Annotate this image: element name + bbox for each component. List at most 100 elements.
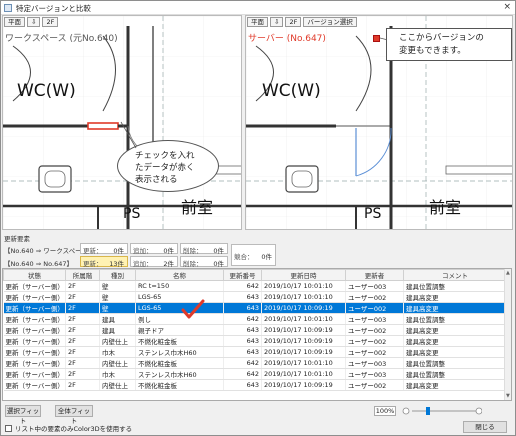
zoom-level[interactable]: 100% — [374, 406, 396, 416]
version-select-button[interactable]: バージョン選択 — [303, 17, 357, 27]
color3d-option[interactable]: リスト中の要素のみColor3Dを使用する — [5, 423, 132, 433]
version-callout: ここからバージョンの 変更もできます。 — [386, 28, 512, 61]
table-row[interactable]: 更新（サーバー側） 2F 内壁仕上 不燃化粧金板 642 2019/10/17 10:01… — [3, 357, 507, 369]
version-select-marker — [373, 35, 380, 42]
table-cell: 643 — [223, 379, 262, 391]
table-cell: 巾木 — [99, 346, 136, 358]
scroll-up-icon[interactable]: ▲ — [506, 270, 510, 276]
table-cell: ユーザー002 — [345, 379, 404, 391]
added-count: 追加： 0件 — [130, 243, 178, 255]
table-row[interactable]: 更新（サーバー側） 2F 内壁仕上 不燃化粧金板 643 2019/10/17 10:09… — [3, 379, 507, 391]
right-down-arrow-button[interactable]: ⇩ — [270, 17, 284, 27]
table-cell: 2F — [65, 280, 100, 292]
table-row[interactable]: 更新（サーバー側） 2F 壁 LGS-65 643 2019/10/17 10:01:10… — [3, 291, 507, 303]
table-cell: 2F — [65, 291, 100, 303]
table-row[interactable]: 更新（サーバー側） 2F 巾木 ステンレス巾木H60 643 2019/10/17 10:… — [3, 346, 507, 358]
table-row[interactable]: 更新（サーバー側） 2F 巾木 ステンレス巾木H60 642 2019/10/17 10:… — [3, 368, 507, 380]
left-room-ps: PS — [123, 206, 141, 222]
right-room-ps: PS — [364, 206, 382, 222]
left-down-arrow-button[interactable]: ⇩ — [27, 17, 41, 27]
table-cell: 建具高変更 — [403, 302, 507, 314]
window-title: 特定バージョンと比較 — [16, 4, 91, 13]
left-floor-selector[interactable]: 2F — [42, 17, 59, 27]
column-header[interactable]: 状態 — [3, 269, 66, 281]
table-cell: ユーザー003 — [345, 280, 404, 292]
right-room-wc: WC(W) — [262, 81, 321, 101]
column-header[interactable]: 種別 — [99, 269, 136, 281]
list-scrollbar[interactable]: ▲ ▼ — [504, 269, 511, 400]
table-cell: ユーザー002 — [345, 302, 404, 314]
table-row[interactable]: 更新（サーバー側） 2F 内壁仕上 不燃化粧金板 643 2019/10/17 10:09… — [3, 335, 507, 347]
table-cell: 2F — [65, 357, 100, 369]
column-header[interactable]: 更新日時 — [261, 269, 346, 281]
table-cell: 2F — [65, 346, 100, 358]
table-cell: 2019/10/17 10:09:19 — [261, 379, 346, 391]
conflict-count: 競合： 0件 — [231, 244, 276, 266]
added-count: 追加： 2件 — [130, 256, 178, 268]
change-list[interactable]: 状態 所属階 種別 名称 更新番号 更新日時 更新者 コメント 更新（サーバー側… — [2, 268, 512, 401]
table-cell: 建具 — [99, 313, 136, 325]
updated-count: 更新： 13件 — [80, 256, 128, 268]
table-cell: 内壁仕上 — [99, 379, 136, 391]
table-cell: 642 — [223, 313, 262, 325]
table-cell: ユーザー002 — [345, 346, 404, 358]
table-cell: 2019/10/17 10:09:19 — [261, 335, 346, 347]
table-cell: 643 — [223, 324, 262, 336]
table-row[interactable]: 更新（サーバー側） 2F 壁 RC t=150 642 2019/10/17 10:01:… — [3, 280, 507, 292]
left-plan-button[interactable]: 平面 — [4, 17, 25, 27]
scroll-down-icon[interactable]: ▼ — [506, 393, 510, 399]
column-header[interactable]: 更新番号 — [223, 269, 262, 281]
color3d-label: リスト中の要素のみColor3Dを使用する — [15, 425, 133, 433]
table-cell: 不燃化粧金板 — [135, 379, 224, 391]
table-cell: 2F — [65, 313, 100, 325]
table-cell: 建具高変更 — [403, 379, 507, 391]
app-icon — [4, 4, 12, 12]
color3d-checkbox[interactable] — [5, 425, 12, 432]
table-cell: ステンレス巾木H60 — [135, 368, 224, 380]
table-row[interactable]: 更新（サーバー側） 2F 壁 LGS-65 643 2019/10/17 10:09:19… — [3, 302, 507, 314]
deleted-count: 削除： 0件 — [180, 243, 228, 255]
zoom-slider[interactable] — [402, 406, 482, 416]
all-fit-button[interactable]: 全体フィット — [55, 405, 93, 425]
table-cell: 更新（サーバー側） — [3, 302, 66, 314]
table-cell: 建具高変更 — [403, 324, 507, 336]
table-cell: 643 — [223, 291, 262, 303]
table-cell: 2F — [65, 368, 100, 380]
select-fit-button[interactable]: 選択フィット — [5, 405, 41, 425]
table-cell: RC t=150 — [135, 280, 224, 292]
column-header[interactable]: コメント — [403, 269, 507, 281]
table-cell: 建具高変更 — [403, 291, 507, 303]
close-icon[interactable]: × — [503, 2, 511, 12]
column-header[interactable]: 所属階 — [65, 269, 100, 281]
table-cell: 壁 — [99, 280, 136, 292]
table-cell: 2019/10/17 10:09:19 — [261, 346, 346, 358]
summary-name: 【No.640 ⇒ No.647】 — [4, 260, 73, 268]
title-bar: 特定バージョンと比較 × — [1, 1, 515, 15]
right-plan-button[interactable]: 平面 — [247, 17, 268, 27]
table-cell: 更新（サーバー側） — [3, 291, 66, 303]
table-cell: 内壁仕上 — [99, 357, 136, 369]
column-header[interactable]: 名称 — [135, 269, 224, 281]
table-cell: 親子ドア — [135, 324, 224, 336]
table-cell: 建具位置調整 — [403, 280, 507, 292]
table-cell: ユーザー003 — [345, 368, 404, 380]
table-row[interactable]: 更新（サーバー側） 2F 建具 親子ドア 643 2019/10/17 10:09:19 ユ… — [3, 324, 507, 336]
table-cell: 更新（サーバー側） — [3, 335, 66, 347]
table-cell: 壁 — [99, 291, 136, 303]
table-cell: 不燃化粧金板 — [135, 357, 224, 369]
table-cell: 2019/10/17 10:01:10 — [261, 313, 346, 325]
right-pane-toolbar: 平面 ⇩ 2F バージョン選択 — [246, 16, 358, 29]
table-cell: 643 — [223, 346, 262, 358]
table-cell: ユーザー002 — [345, 291, 404, 303]
table-cell: 2019/10/17 10:01:10 — [261, 357, 346, 369]
table-row[interactable]: 更新（サーバー側） 2F 建具 例し 642 2019/10/17 10:01:10 ユーザ… — [3, 313, 507, 325]
close-button[interactable]: 閉じる — [463, 421, 507, 433]
table-cell: 2019/10/17 10:09:19 — [261, 324, 346, 336]
table-cell: 更新（サーバー側） — [3, 357, 66, 369]
table-cell: 内壁仕上 — [99, 335, 136, 347]
right-floor-selector[interactable]: 2F — [285, 17, 302, 27]
table-cell: 2019/10/17 10:01:10 — [261, 368, 346, 380]
column-header[interactable]: 更新者 — [345, 269, 404, 281]
table-cell: 建具 — [99, 324, 136, 336]
left-pane-label: ワークスペース (元No.640) — [5, 34, 118, 44]
